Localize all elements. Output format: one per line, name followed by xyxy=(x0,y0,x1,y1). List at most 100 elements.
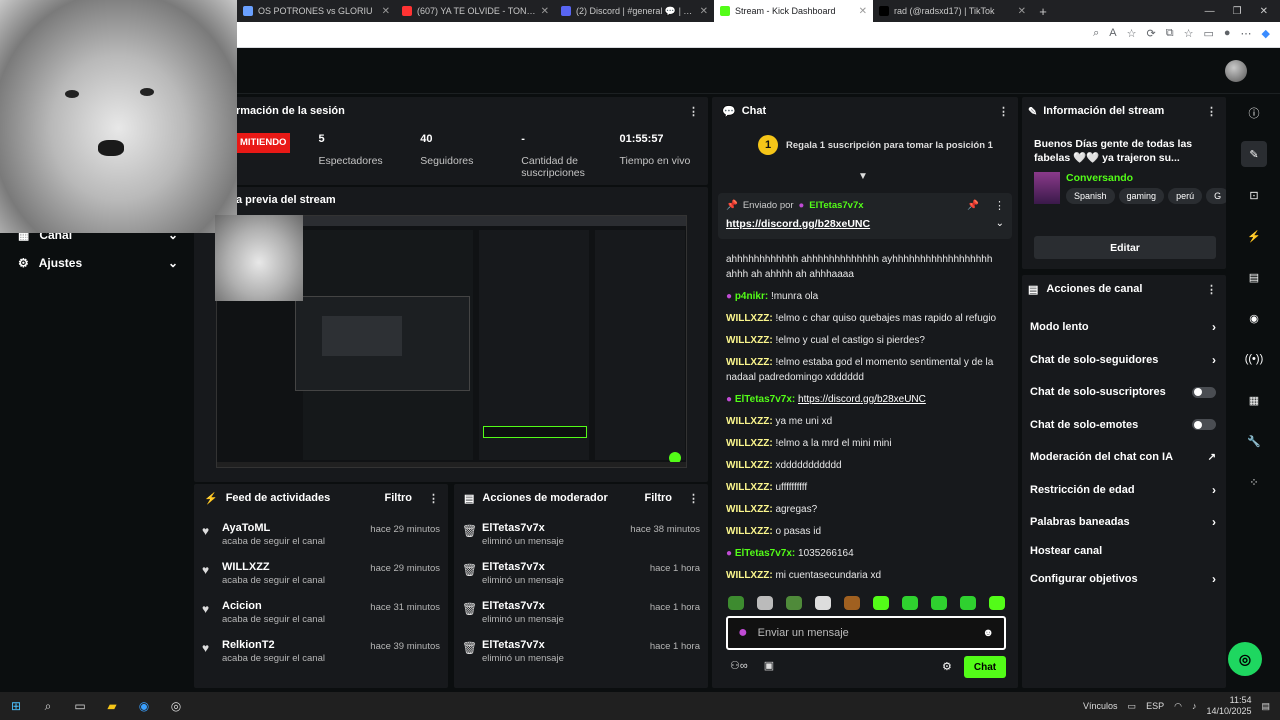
collapse-icon[interactable]: ▼ xyxy=(858,171,868,182)
chat-input[interactable]: ● Enviar un mensaje ☻ xyxy=(726,616,1006,650)
list-item[interactable]: 🗑 ElTetas7v7x eliminó un mensaje hace 1 hor… xyxy=(454,639,708,678)
list-item[interactable]: ♥ Acicion acaba de seguir el canal hace 31 … xyxy=(194,600,448,639)
chat-icon[interactable]: ◉ xyxy=(1241,305,1267,331)
chevron-right-icon[interactable]: › xyxy=(1212,572,1216,586)
notification-icon[interactable]: ▤ xyxy=(1261,701,1270,712)
zoom-icon[interactable]: ⌕ xyxy=(1093,27,1099,40)
emoji-icon[interactable]: ☻ xyxy=(982,627,994,639)
chat-message[interactable]: WILLXZZ: xddddddddddd xyxy=(712,458,1018,473)
emote-icon[interactable] xyxy=(873,596,889,610)
item-name[interactable]: RelkionT2 xyxy=(222,639,370,651)
channel-action-row[interactable]: Chat de solo-suscriptores xyxy=(1022,376,1226,409)
lightning-icon[interactable]: ⚡ xyxy=(1241,223,1267,249)
copilot-icon[interactable]: ◆ xyxy=(1262,27,1270,40)
stream-tag[interactable]: Spanish xyxy=(1066,188,1115,204)
chat-username[interactable]: WILLXZZ: xyxy=(726,504,773,515)
info-icon[interactable]: ⓘ xyxy=(1241,100,1267,126)
obs-icon[interactable]: ◎ xyxy=(160,692,192,720)
chat-username[interactable]: WILLXZZ: xyxy=(726,482,773,493)
chat-message[interactable]: WILLXZZ: ya me uni xd xyxy=(712,414,1018,429)
external-link-icon[interactable]: ↗ xyxy=(1208,452,1216,463)
emote-icon[interactable] xyxy=(757,596,773,610)
browser-tab[interactable]: rad (@radsxd17) | TikTok ✕ xyxy=(873,0,1032,22)
emote-icon[interactable] xyxy=(844,596,860,610)
emote-icon[interactable] xyxy=(960,596,976,610)
chevron-right-icon[interactable]: › xyxy=(1212,353,1216,367)
chat-message[interactable]: WILLXZZ: !elmo y cual el castigo si pier… xyxy=(712,333,1018,348)
chat-message[interactable]: WILLXZZ: !elmo a la mrd el mini mini xyxy=(712,436,1018,451)
channel-action-row[interactable]: Hostear canal xyxy=(1022,539,1226,563)
chat-message[interactable]: ahhhhhhhhhhhh ahhhhhhhhhhhhh ayhhhhhhhhh… xyxy=(712,252,1018,282)
chat-message[interactable]: WILLXZZ: !elmo c char quiso quebajes mas… xyxy=(712,311,1018,326)
file-explorer-icon[interactable]: ▰ xyxy=(96,692,128,720)
chat-message[interactable]: WILLXZZ: mi cuentasecundaria xd xyxy=(712,568,1018,583)
chat-link[interactable]: https://discord.gg/b28xeUNC xyxy=(798,394,926,405)
chat-message[interactable]: ● p4nikr: !munra ola xyxy=(712,289,1018,304)
pinned-user[interactable]: ElTetas7v7x xyxy=(809,200,863,211)
list-item[interactable]: ♥ RelkionT2 acaba de seguir el canal hace 3… xyxy=(194,639,448,678)
sub-goal-banner[interactable]: 1 Regala 1 suscripción para tomar la pos… xyxy=(712,125,1018,155)
browser-tab[interactable]: (607) YA TE OLVIDE - TONY ROSA ✕ xyxy=(396,0,555,22)
favorite-icon[interactable]: ☆ xyxy=(1127,27,1137,40)
wifi-icon[interactable]: ◠ xyxy=(1174,701,1182,712)
maximize-icon[interactable]: ❐ xyxy=(1233,6,1242,17)
more-options-icon[interactable]: ⋮ xyxy=(1206,283,1217,296)
chevron-right-icon[interactable]: › xyxy=(1212,515,1216,529)
emote-icon[interactable] xyxy=(786,596,802,610)
chat-username[interactable]: ElTetas7v7x: xyxy=(735,394,795,405)
toggle-switch[interactable] xyxy=(1192,386,1216,398)
close-tab-icon[interactable]: ✕ xyxy=(859,6,867,17)
close-tab-icon[interactable]: ✕ xyxy=(1018,6,1026,17)
wrench-icon[interactable]: 🔧 xyxy=(1241,428,1267,454)
camera-icon[interactable]: ⊡ xyxy=(1241,182,1267,208)
more-icon[interactable]: ⋯ xyxy=(1241,27,1252,40)
chevron-down-icon[interactable]: ⌄ xyxy=(996,218,1004,230)
filter-button[interactable]: Filtro xyxy=(385,492,413,505)
channel-action-row[interactable]: Restricción de edad › xyxy=(1022,474,1226,507)
profile-icon[interactable]: ● xyxy=(1224,27,1231,40)
channel-action-row[interactable]: Configurar objetivos › xyxy=(1022,563,1226,596)
document-icon[interactable]: ▤ xyxy=(1241,264,1267,290)
sidebar-item-ajustes[interactable]: ⚙ Ajustes ⌄ xyxy=(18,256,178,270)
chat-username[interactable]: WILLXZZ: xyxy=(726,526,773,537)
layout-icon[interactable]: ▦ xyxy=(1241,387,1267,413)
stream-tag[interactable]: gaming xyxy=(1118,188,1165,204)
browser-tab[interactable]: OS POTRONES vs GLORIU ✕ xyxy=(237,0,396,22)
category-thumbnail[interactable] xyxy=(1034,172,1060,204)
close-tab-icon[interactable]: ✕ xyxy=(382,6,390,17)
close-tab-icon[interactable]: ✕ xyxy=(700,6,708,17)
task-view-icon[interactable]: ▭ xyxy=(64,692,96,720)
send-chat-button[interactable]: Chat xyxy=(964,656,1006,678)
stream-tag[interactable]: perú xyxy=(1168,188,1203,204)
chat-username[interactable]: WILLXZZ: xyxy=(726,357,773,368)
edge-icon[interactable]: ◉ xyxy=(128,692,160,720)
lang-indicator[interactable]: ESP xyxy=(1146,701,1164,711)
mic-icon[interactable]: ● xyxy=(738,624,748,642)
browser-tab[interactable]: Stream - Kick Dashboard ✕ xyxy=(714,0,873,22)
item-name[interactable]: ElTetas7v7x xyxy=(482,561,650,573)
more-options-icon[interactable]: ⋮ xyxy=(428,492,439,505)
more-options-icon[interactable]: ⋮ xyxy=(688,492,699,505)
list-item[interactable]: ♥ WILLXZZ acaba de seguir el canal hace 29 … xyxy=(194,561,448,600)
clock-date[interactable]: 14/10/2025 xyxy=(1206,706,1251,717)
filter-button[interactable]: Filtro xyxy=(645,492,673,505)
chat-message[interactable]: ● ElTetas7v7x: https://discord.gg/b28xeU… xyxy=(712,392,1018,407)
stream-tag[interactable]: G xyxy=(1206,188,1226,204)
close-icon[interactable]: ✕ xyxy=(1260,6,1268,17)
close-tab-icon[interactable]: ✕ xyxy=(541,6,549,17)
item-name[interactable]: ElTetas7v7x xyxy=(482,639,650,651)
broadcast-icon[interactable]: ((•)) xyxy=(1241,346,1267,372)
minimize-icon[interactable]: — xyxy=(1205,6,1215,17)
chat-username[interactable]: WILLXZZ: xyxy=(726,570,773,581)
chat-message[interactable]: WILLXZZ: o pasas id xyxy=(712,524,1018,539)
collections-icon[interactable]: ☆ xyxy=(1184,27,1194,40)
store-icon[interactable]: ▣ xyxy=(764,659,774,672)
chat-message[interactable]: WILLXZZ: !elmo estaba god el momento sen… xyxy=(712,355,1018,385)
more-options-icon[interactable]: ⋮ xyxy=(998,105,1009,118)
chevron-right-icon[interactable]: › xyxy=(1212,483,1216,497)
browser-tab[interactable]: (2) Discord | #general 💬 | TetaAc ✕ xyxy=(555,0,714,22)
chat-username[interactable]: WILLXZZ: xyxy=(726,438,773,449)
chat-username[interactable]: ElTetas7v7x: xyxy=(735,548,795,559)
edit-button[interactable]: Editar xyxy=(1034,236,1216,259)
pencil-icon[interactable]: ✎ xyxy=(1241,141,1267,167)
